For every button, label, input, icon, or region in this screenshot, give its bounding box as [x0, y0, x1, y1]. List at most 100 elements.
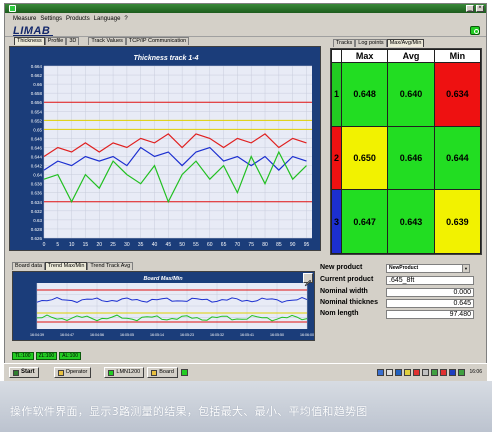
x-tick-label: 0 — [43, 242, 46, 248]
y-tick-label: 0.63 — [33, 218, 42, 223]
tab-log-points[interactable]: Log points — [355, 39, 387, 47]
nominal-thickness-field[interactable]: 0.645 — [386, 299, 474, 308]
title-bar[interactable]: _ × — [5, 4, 486, 13]
row-index: 2 — [331, 125, 342, 191]
trend-tabs: Board data Trend Max/Min Trend Track Avg — [12, 262, 134, 270]
clock: 16:06 — [469, 369, 482, 375]
tab-tracks[interactable]: Tracks — [333, 39, 356, 47]
row-index: 1 — [331, 62, 342, 127]
y-tick-label: 0.626 — [31, 236, 43, 241]
y-tick-label: 0.656 — [31, 100, 43, 105]
x-tick-label: 45 — [166, 242, 172, 248]
tab-board-data[interactable]: Board data — [12, 262, 45, 270]
taskbar-app-operator[interactable]: Operator — [53, 367, 92, 378]
alert-icon[interactable] — [413, 368, 421, 376]
volume-icon[interactable] — [386, 368, 394, 376]
start-label: Start — [21, 369, 35, 375]
x-tick-label: 60 — [207, 242, 213, 248]
antivirus-icon[interactable] — [395, 368, 403, 376]
nominal-width-row: Nominal width 0.000 — [320, 288, 482, 298]
folder-icon — [151, 369, 158, 376]
menu-measure[interactable]: Measure — [13, 14, 36, 24]
current-product-field[interactable]: .645_8ft — [386, 276, 474, 285]
x-tick-label: 65 — [221, 242, 227, 248]
x-tick-label: 90 — [290, 242, 296, 248]
taskbar-app-board[interactable]: Board — [147, 367, 178, 378]
status-box: TL:100 — [12, 352, 34, 360]
connection-icon[interactable] — [458, 368, 466, 376]
brand-bar: LIMAB — [5, 24, 486, 37]
tab-tcpip[interactable]: TCP/IP Communication — [125, 37, 190, 45]
trend-time-label: 16:05:14 — [150, 333, 164, 337]
display-icon[interactable] — [449, 368, 457, 376]
product-info-panel: New product NewProduct ▼ Current product … — [320, 262, 482, 342]
menu-products[interactable]: Products — [66, 14, 90, 24]
menu-help[interactable]: ? — [124, 14, 127, 24]
brand-underline — [13, 35, 53, 36]
table-row: 3 0.647 0.643 0.639 — [331, 189, 482, 254]
taskbar-app-label: Board — [159, 369, 174, 375]
y-tick-label: 0.628 — [31, 227, 43, 232]
cell-max: 0.647 — [340, 189, 389, 254]
tab-max-avg-min[interactable]: Max/Avg/Min — [386, 39, 425, 47]
system-tray: 16:06 — [377, 366, 482, 378]
close-button[interactable]: × — [476, 5, 484, 12]
current-product-label: Current product — [320, 276, 374, 283]
tab-trend-track-avg[interactable]: Trend Track Avg — [87, 262, 134, 270]
settings-icon[interactable] — [404, 368, 412, 376]
menu-bar: Measure Settings Products Language ? — [5, 14, 486, 24]
menu-language[interactable]: Language — [94, 14, 121, 24]
trend-chart-svg: Board Max/Min 16:04:39 16:04:47 16:04:56 16:… — [30, 276, 314, 337]
tab-3d[interactable]: 3D — [66, 37, 80, 45]
table-header-avg: Avg — [387, 49, 435, 63]
status-strip: TL:100 ZL:100 AL:100 — [12, 352, 82, 360]
app-status-icon[interactable] — [180, 369, 188, 376]
cell-avg: 0.646 — [387, 125, 435, 191]
taskbar-app-label: Operator — [65, 369, 88, 375]
tab-track-values[interactable]: Track Values — [88, 37, 126, 45]
printer-icon[interactable] — [422, 368, 430, 376]
view-tabs: Thickness Profile 3D Track Values TCP/IP… — [14, 37, 190, 45]
nominal-width-field[interactable]: 0.000 — [386, 288, 474, 297]
nom-length-field[interactable]: 97.480 — [386, 310, 474, 319]
x-tick-label: 5 — [56, 242, 59, 248]
trend-time-label: 16:06:00 — [300, 333, 314, 337]
y-tick-label: 0.652 — [31, 118, 43, 123]
table-header-max: Max — [340, 49, 389, 63]
network-icon[interactable] — [377, 368, 385, 376]
nominal-thickness-row: Nominal thicknes 0.645 — [320, 299, 482, 309]
y-tick-label: 0.648 — [31, 136, 43, 141]
cell-min: 0.639 — [433, 189, 482, 254]
nom-length-row: Nom length 97.480 — [320, 310, 482, 320]
trend-time-label: 16:04:39 — [30, 333, 44, 337]
chevron-down-icon[interactable]: ▼ — [462, 265, 469, 272]
minimize-button[interactable]: _ — [466, 5, 474, 12]
status-box: AL:100 — [59, 352, 82, 360]
tab-trend-max-min[interactable]: Trend Max/Min — [44, 262, 88, 270]
x-tick-label: 80 — [262, 242, 268, 248]
x-tick-label: 25 — [110, 242, 116, 248]
tab-thickness[interactable]: Thickness — [14, 37, 45, 45]
start-button[interactable]: Start — [9, 367, 39, 378]
stop-icon[interactable] — [440, 368, 448, 376]
x-tick-label: 35 — [138, 242, 144, 248]
y-tick-label: 0.638 — [31, 182, 43, 187]
trend-time-label: 16:05:50 — [270, 333, 284, 337]
taskbar-app-label: LMN1200 — [116, 369, 141, 375]
table-row: 1 0.648 0.640 0.634 — [331, 62, 482, 127]
new-product-select[interactable]: NewProduct ▼ — [386, 264, 470, 273]
edit-icon[interactable] — [303, 273, 313, 287]
cell-min: 0.634 — [433, 62, 482, 127]
nominal-width-label: Nominal width — [320, 288, 368, 295]
x-tick-label: 30 — [124, 242, 130, 248]
taskbar-app-lmn[interactable]: LMN1200 — [104, 367, 145, 378]
chart-title: Thickness track 1-4 — [134, 55, 199, 62]
board-max-min-trend: Board Max/Min 16:04:39 16:04:47 16:04:56 16:… — [12, 271, 315, 341]
max-avg-min-table: Max Avg Min 1 0.648 0.640 0.634 2 0.650 … — [330, 48, 482, 255]
trend-title: Board Max/Min — [143, 276, 183, 282]
menu-settings[interactable]: Settings — [40, 14, 62, 24]
trend-time-label: 16:04:47 — [60, 333, 74, 337]
y-tick-label: 0.65 — [33, 127, 42, 132]
tab-profile[interactable]: Profile — [44, 37, 67, 45]
shield-icon[interactable] — [431, 368, 439, 376]
